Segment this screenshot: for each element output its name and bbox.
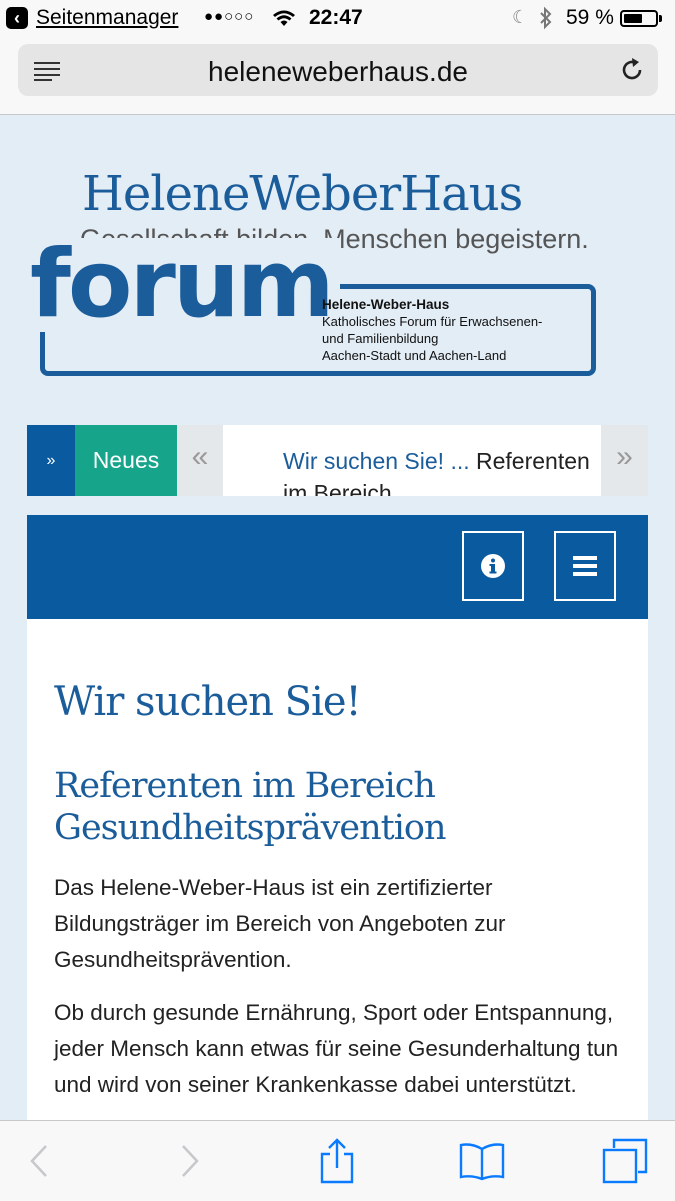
chevron-right-icon: [182, 1145, 199, 1177]
forum-line-1: Katholisches Forum für Erwachsenen-: [322, 314, 543, 329]
share-icon: [320, 1138, 354, 1184]
clock: 22:47: [309, 6, 363, 29]
ticker-arrow: »: [27, 425, 75, 496]
article-paragraph-1: Das Helene-Weber-Haus ist ein zertifizie…: [54, 875, 506, 972]
browser-toolbar: [0, 1120, 675, 1201]
address-bar[interactable]: heleneweberhaus.de: [18, 44, 658, 96]
article-subtitle: Referenten im Bereich Gesundheitsprävent…: [54, 766, 447, 848]
info-button[interactable]: [462, 531, 524, 601]
page-title: Wir suchen Sie!: [54, 679, 362, 725]
battery-percent: 59 %: [566, 6, 614, 29]
chevron-left-icon: [30, 1145, 47, 1177]
battery-icon: [620, 10, 658, 27]
logo-title: HeleneWeberHaus: [82, 166, 523, 222]
forward-button[interactable]: [165, 1121, 215, 1201]
article-content: Wir suchen Sie! Referenten im Bereich Ge…: [27, 619, 648, 1139]
ticker-label: Neues: [75, 425, 177, 496]
do-not-disturb-icon: ☾: [512, 7, 529, 27]
ticker-prev-button[interactable]: «: [177, 425, 223, 496]
ticker-link[interactable]: Wir suchen Sie! ...: [283, 448, 470, 474]
forum-logo-word: forum: [30, 238, 340, 332]
back-button[interactable]: [14, 1121, 64, 1201]
site-navbar: [27, 515, 648, 619]
ticker-item[interactable]: Wir suchen Sie! ... Referenten im Bereic…: [283, 445, 603, 496]
battery-level: [624, 14, 642, 23]
article-paragraph-2: Ob durch gesunde Ernährung, Sport oder E…: [54, 1000, 619, 1097]
news-ticker: » Neues « Wir suchen Sie! ... Referenten…: [27, 425, 648, 496]
reload-icon[interactable]: [618, 56, 646, 84]
book-icon: [459, 1143, 505, 1181]
menu-button[interactable]: [554, 531, 616, 601]
forum-logo-text: Helene-Weber-Haus Katholisches Forum für…: [322, 296, 542, 364]
wifi-icon: [273, 10, 295, 26]
tabs-button[interactable]: [598, 1121, 652, 1201]
tabs-icon: [602, 1138, 648, 1184]
ticker-next-button[interactable]: »: [601, 425, 648, 496]
forum-line-3: Aachen-Stadt und Aachen-Land: [322, 348, 507, 363]
battery-tip: [659, 15, 662, 22]
bookmarks-button[interactable]: [454, 1121, 510, 1201]
share-button[interactable]: [310, 1121, 364, 1201]
forum-line-2: und Familienbildung: [322, 331, 439, 346]
bluetooth-icon: [540, 6, 552, 30]
back-to-app-icon[interactable]: ‹: [6, 7, 28, 29]
back-to-app-link[interactable]: Seitenmanager: [36, 6, 178, 30]
site-logo[interactable]: HeleneWeberHaus Gesellschaft bilden. Men…: [30, 160, 650, 390]
status-bar: ‹ Seitenmanager ●●○○○ 22:47 ☾ 59 %: [0, 0, 675, 38]
browser-address-area: heleneweberhaus.de: [0, 38, 675, 115]
info-icon: [481, 554, 505, 578]
hamburger-icon: [573, 556, 597, 576]
url-text[interactable]: heleneweberhaus.de: [18, 56, 658, 88]
forum-name: Helene-Weber-Haus: [322, 297, 450, 312]
signal-strength-icon: ●●○○○: [204, 8, 255, 25]
